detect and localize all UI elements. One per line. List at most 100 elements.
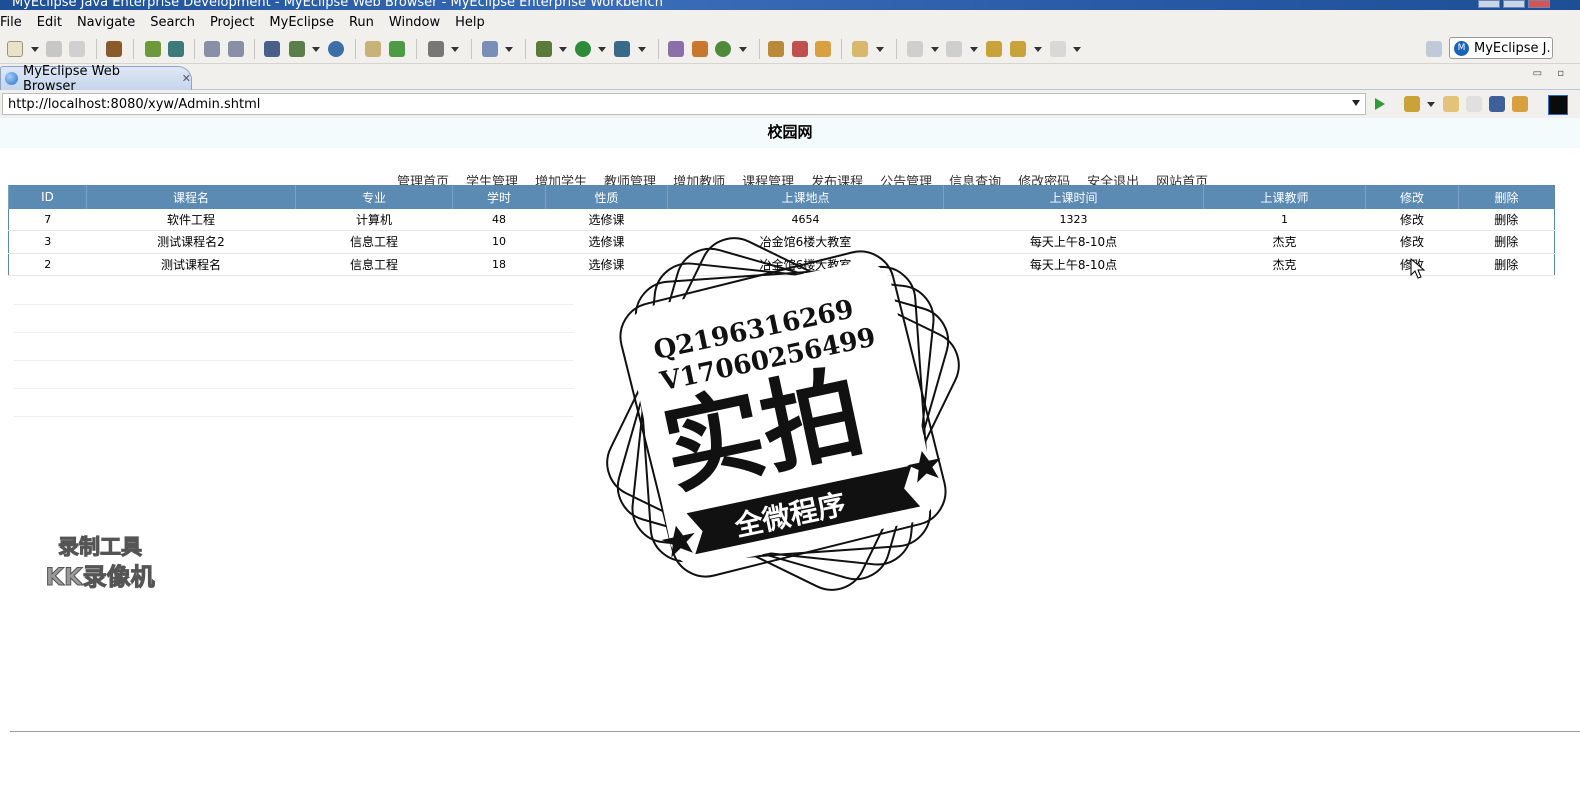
menu-search[interactable]: Search: [142, 15, 202, 30]
back-icon[interactable]: [1010, 41, 1026, 57]
maximize-button[interactable]: [1503, 0, 1525, 8]
open-folder-icon[interactable]: [768, 41, 784, 57]
url-input[interactable]: [2, 93, 1366, 115]
refresh-icon[interactable]: [1512, 96, 1528, 112]
toolbar-separator: [254, 39, 255, 59]
minimize-button[interactable]: [1478, 0, 1500, 8]
save-icon[interactable]: [46, 41, 62, 57]
open-type-icon[interactable]: [264, 41, 280, 57]
workspace-dropdown-icon[interactable]: [876, 47, 884, 52]
debug-icon[interactable]: [536, 41, 552, 57]
external-tools-dropdown-icon[interactable]: [638, 47, 646, 52]
menu-edit[interactable]: Edit: [29, 15, 69, 30]
new-dropdown-icon[interactable]: [31, 47, 39, 52]
globe-icon[interactable]: [328, 41, 344, 57]
toolbar-separator: [471, 39, 472, 59]
camera-icon[interactable]: [428, 41, 444, 57]
search-text-icon[interactable]: [228, 41, 244, 57]
prev-annotation-dropdown-icon[interactable]: [970, 47, 978, 52]
cell-id: 2: [8, 253, 87, 277]
cycle-dropdown-icon[interactable]: [739, 47, 747, 52]
toolbar-separator: [658, 39, 659, 59]
deploy-icon[interactable]: [145, 41, 161, 57]
run-icon[interactable]: [575, 41, 591, 57]
rocket-icon[interactable]: [792, 41, 808, 57]
cell-hours: 48: [452, 208, 546, 232]
last-edit-icon[interactable]: [986, 41, 1002, 57]
editor-tab-bar: MyEclipse Web Browser ✕ ▭ ▫: [0, 64, 1580, 94]
window-title-bar: MyEclipse Java Enterprise Development - …: [0, 0, 1580, 10]
toolbar-separator: [896, 39, 897, 59]
box-icon[interactable]: [815, 41, 831, 57]
url-history-dropdown-icon[interactable]: [1352, 100, 1360, 106]
forward-icon[interactable]: [1050, 41, 1066, 57]
new-icon[interactable]: [7, 41, 23, 57]
cell-major: 计算机: [295, 208, 453, 232]
column-header-time: 上课时间: [943, 185, 1204, 209]
menu-myeclipse[interactable]: MyEclipse: [261, 15, 341, 30]
prev-annotation-icon[interactable]: [946, 41, 962, 57]
edit-link[interactable]: 修改: [1365, 230, 1459, 254]
menu-file[interactable]: File: [0, 15, 29, 30]
menu-run[interactable]: Run: [341, 15, 381, 30]
go-icon[interactable]: [1372, 96, 1388, 112]
workspace-icon[interactable]: [852, 41, 868, 57]
favorites-dropdown-icon[interactable]: [1427, 102, 1435, 107]
cell-time: 1323: [943, 208, 1204, 232]
refresh-folder-icon[interactable]: [389, 41, 405, 57]
delete-link[interactable]: 删除: [1458, 230, 1555, 254]
cell-course-name: 软件工程: [86, 208, 296, 232]
close-button[interactable]: [1528, 0, 1550, 8]
class-icon[interactable]: [668, 41, 684, 57]
debug-dropdown-icon[interactable]: [559, 47, 567, 52]
column-header-hours: 学时: [452, 185, 546, 209]
cell-course-name: 测试课程名2: [86, 230, 296, 254]
menu-window[interactable]: Window: [381, 15, 447, 30]
column-header-teacher: 上课教师: [1203, 185, 1366, 209]
back-dropdown-icon[interactable]: [1034, 47, 1042, 52]
minimize-maximize-icons[interactable]: ▭ ▫: [1533, 68, 1570, 79]
stop-icon[interactable]: [1489, 96, 1505, 112]
next-annotation-dropdown-icon[interactable]: [931, 47, 939, 52]
recorder-line2: KK录像机: [45, 563, 154, 591]
divider: [14, 360, 574, 361]
delete-link[interactable]: 删除: [1458, 208, 1555, 232]
run-dropdown-icon[interactable]: [598, 47, 606, 52]
open-perspective-icon[interactable]: [1426, 41, 1442, 57]
back-icon[interactable]: [1443, 96, 1459, 112]
server-icon[interactable]: [168, 41, 184, 57]
divider: [14, 304, 574, 305]
tab-label: MyEclipse Web Browser: [23, 63, 120, 94]
print-icon[interactable]: [69, 41, 85, 57]
column-header-edit: 修改: [1365, 185, 1459, 209]
web-project-icon[interactable]: [289, 41, 305, 57]
next-annotation-icon[interactable]: [907, 41, 923, 57]
package-icon[interactable]: [106, 41, 122, 57]
delete-link[interactable]: 删除: [1458, 253, 1555, 277]
search-file-icon[interactable]: [204, 41, 220, 57]
divider: [10, 731, 1580, 732]
watermark-stamp: Q2196316269 V17060256499 实拍 全微程序: [606, 237, 960, 591]
edit-link[interactable]: 修改: [1365, 208, 1459, 232]
tab-web-browser[interactable]: MyEclipse Web Browser ✕: [0, 64, 192, 94]
camera-dropdown-icon[interactable]: [451, 47, 459, 52]
cell-major: 信息工程: [295, 230, 453, 254]
interface-icon[interactable]: [692, 41, 708, 57]
folder-icon[interactable]: [365, 41, 381, 57]
new-wizard-dropdown-icon[interactable]: [505, 47, 513, 52]
favorites-icon[interactable]: [1404, 96, 1420, 112]
perspective-switcher[interactable]: M MyEclipse J...: [1449, 37, 1553, 59]
cycle-icon[interactable]: [715, 41, 731, 57]
new-wizard-icon[interactable]: [482, 41, 498, 57]
menu-navigate[interactable]: Navigate: [69, 15, 142, 30]
cell-teacher: 杰克: [1203, 253, 1366, 277]
menu-help[interactable]: Help: [447, 15, 492, 30]
color-swatch[interactable]: [1548, 95, 1568, 115]
menu-project[interactable]: Project: [202, 15, 261, 30]
forward-dropdown-icon[interactable]: [1073, 47, 1081, 52]
close-tab-icon[interactable]: ✕: [182, 72, 191, 85]
table-header-row: ID 课程名 专业 学时 性质 上课地点 上课时间 上课教师 修改 删除: [8, 185, 1555, 209]
forward-icon[interactable]: [1466, 96, 1482, 112]
external-tools-icon[interactable]: [614, 41, 630, 57]
web-project-dropdown-icon[interactable]: [312, 47, 320, 52]
